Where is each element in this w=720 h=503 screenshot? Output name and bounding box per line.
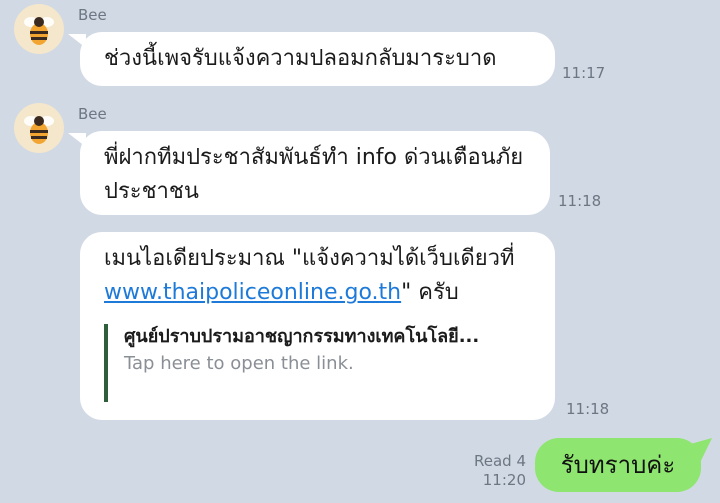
bee-avatar[interactable] — [14, 4, 64, 54]
message-bubble-link[interactable]: เมนไอเดียประมาณ "แจ้งความได้เว็บเดียวที่… — [80, 232, 555, 420]
message-bubble[interactable]: ช่วงนี้เพจรับแจ้งความปลอมกลับมาระบาด — [80, 32, 555, 86]
preview-title: ศูนย์ปราบปรามอาชญากรรมทางเทคโนโลยี... — [124, 326, 480, 347]
sender-name: Bee — [78, 6, 107, 24]
outgoing-bubble[interactable]: รับทราบค่ะ — [535, 438, 701, 492]
read-status: Read 4 — [473, 452, 526, 470]
message-time: 11:17 — [562, 64, 606, 82]
link-url[interactable]: www.thaipoliceonline.go.th — [104, 280, 401, 305]
message-text: พี่ฝากทีมประชาสัมพันธ์ทำ info ด่วนเตือนภ… — [104, 145, 524, 204]
message-bubble[interactable]: พี่ฝากทีมประชาสัมพันธ์ทำ info ด่วนเตือนภ… — [80, 131, 550, 215]
message-text: รับทราบค่ะ — [560, 451, 676, 479]
preview-subtitle: Tap here to open the link. — [124, 353, 354, 374]
message-text: เมนไอเดียประมาณ "แจ้งความได้เว็บเดียวที่… — [104, 246, 515, 305]
bee-icon — [24, 116, 54, 144]
bee-icon — [24, 17, 54, 45]
outgoing-time: 11:20 — [482, 471, 526, 489]
link-preview[interactable]: ศูนย์ปราบปรามอาชญากรรมทางเทคโนโลยี... Ta… — [104, 324, 534, 402]
bee-avatar[interactable] — [14, 103, 64, 153]
message-time: 11:18 — [558, 192, 602, 210]
sender-name: Bee — [78, 105, 107, 123]
message-time: 11:18 — [566, 400, 610, 418]
message-text: ช่วงนี้เพจรับแจ้งความปลอมกลับมาระบาด — [104, 46, 497, 71]
